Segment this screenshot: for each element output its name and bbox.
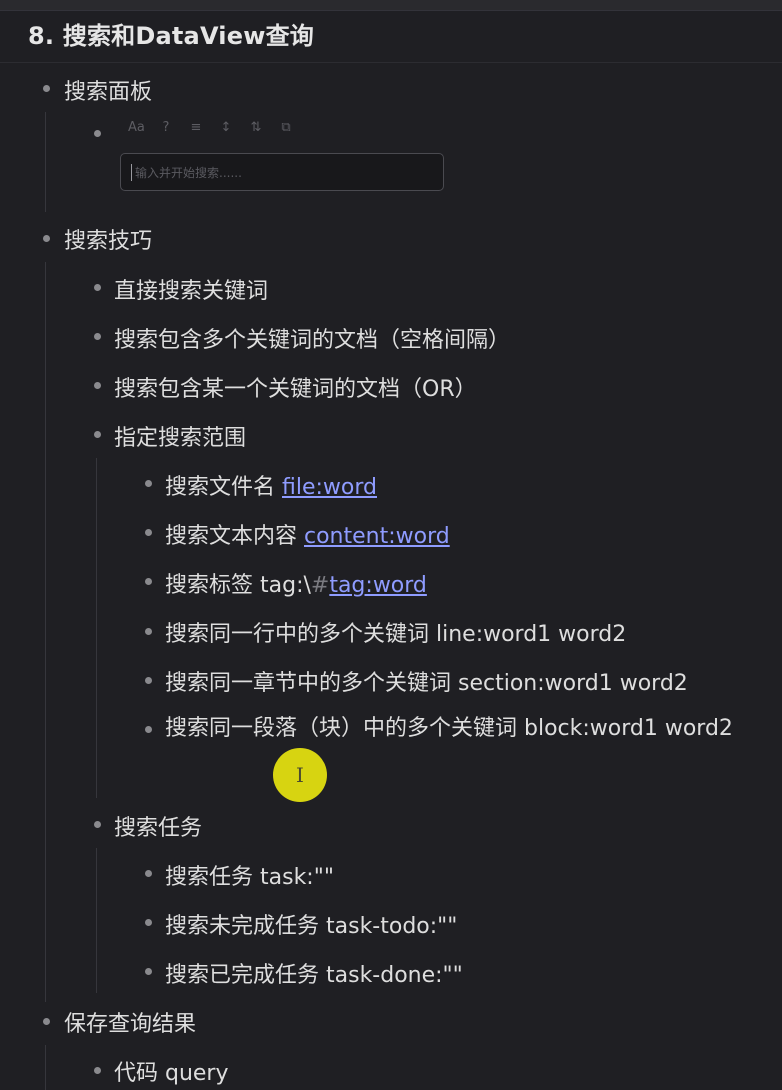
- item-label: 搜索标签 tag:\: [165, 573, 311, 598]
- list-item[interactable]: 直接搜索关键词: [114, 273, 268, 305]
- bullet-icon: [43, 1018, 50, 1025]
- bullet-icon: [145, 529, 152, 536]
- link[interactable]: content:word: [304, 524, 450, 549]
- bullet-icon: [145, 870, 152, 877]
- list-item[interactable]: 搜索包含某一个关键词的文档（OR）: [114, 371, 477, 403]
- bullet-icon: [94, 431, 101, 438]
- sort-icon[interactable]: ⇅: [248, 120, 264, 135]
- list-icon[interactable]: ≡: [188, 120, 204, 135]
- page-heading: 8. 搜索和DataView查询: [28, 22, 314, 50]
- indent-guide: [96, 848, 97, 993]
- list-item[interactable]: 搜索标签 tag:\#tag:word: [165, 567, 427, 599]
- search-panel: Aa ? ≡ ↕ ⇅ ⧉ 输入并开始搜索......: [112, 116, 450, 198]
- indent-guide: [45, 112, 46, 212]
- bullet-icon: [94, 821, 101, 828]
- list-item[interactable]: 搜索已完成任务 task-done:"": [165, 957, 463, 989]
- list-item[interactable]: 搜索文件名 file:word: [165, 469, 377, 501]
- tag-link[interactable]: tag:word: [329, 573, 427, 598]
- help-icon[interactable]: ?: [158, 120, 174, 135]
- link[interactable]: file:word: [282, 475, 377, 500]
- text-caret: [131, 164, 132, 181]
- bullet-icon: [145, 726, 152, 733]
- search-input[interactable]: 输入并开始搜索......: [120, 153, 444, 191]
- item-label: 搜索文本内容: [165, 524, 304, 549]
- indent-guide: [96, 458, 97, 798]
- bullet-icon: [94, 382, 101, 389]
- bullet-icon: [94, 130, 101, 137]
- list-item[interactable]: 搜索同一段落（块）中的多个关键词 block:word1 word2: [165, 706, 740, 752]
- bullet-icon: [94, 284, 101, 291]
- list-item[interactable]: 搜索未完成任务 task-todo:"": [165, 908, 457, 940]
- indent-guide: [45, 262, 46, 1002]
- list-item[interactable]: 搜索同一章节中的多个关键词 section:word1 word2: [165, 665, 688, 697]
- bullet-icon: [145, 578, 152, 585]
- hash-mark: #: [310, 573, 330, 598]
- list-item[interactable]: 搜索任务 task:"": [165, 859, 334, 891]
- collapse-icon[interactable]: ↕: [218, 120, 234, 135]
- bullet-icon: [145, 968, 152, 975]
- search-placeholder: 输入并开始搜索......: [135, 166, 242, 180]
- search-toolbar: Aa ? ≡ ↕ ⇅ ⧉: [128, 120, 294, 135]
- list-item[interactable]: 搜索技巧: [64, 223, 152, 255]
- bullet-icon: [145, 919, 152, 926]
- match-case-icon[interactable]: Aa: [128, 120, 145, 135]
- list-item[interactable]: 代码 query: [114, 1055, 229, 1087]
- list-item[interactable]: 保存查询结果: [64, 1006, 196, 1038]
- list-item[interactable]: 搜索文本内容 content:word: [165, 518, 450, 550]
- list-item[interactable]: 搜索面板: [64, 74, 152, 106]
- bullet-icon: [145, 677, 152, 684]
- list-item[interactable]: 搜索包含多个关键词的文档（空格间隔）: [114, 322, 510, 354]
- list-item[interactable]: 指定搜索范围: [114, 420, 246, 452]
- bullet-icon: [94, 1067, 101, 1074]
- bullet-icon: [145, 480, 152, 487]
- text-cursor-icon: I: [296, 763, 304, 787]
- title-bar: [0, 0, 782, 11]
- copy-icon[interactable]: ⧉: [278, 120, 294, 135]
- bullet-icon: [145, 628, 152, 635]
- bullet-icon: [43, 85, 50, 92]
- list-item[interactable]: 搜索任务: [114, 810, 202, 842]
- bullet-icon: [94, 333, 101, 340]
- divider: [0, 62, 782, 63]
- indent-guide: [45, 1045, 46, 1090]
- item-label: 搜索文件名: [165, 475, 282, 500]
- list-item[interactable]: 搜索同一行中的多个关键词 line:word1 word2: [165, 616, 626, 648]
- bullet-icon: [43, 235, 50, 242]
